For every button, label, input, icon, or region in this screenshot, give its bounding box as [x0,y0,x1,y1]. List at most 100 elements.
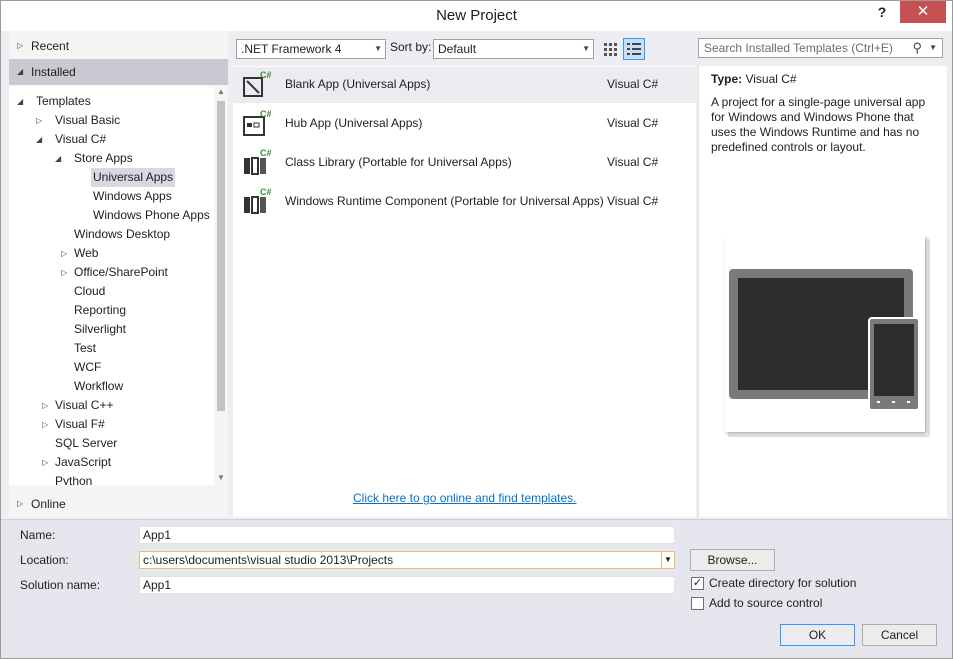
location-label: Location: [20,553,69,567]
tree-item-web[interactable]: Web [72,244,100,263]
template-row-class-library[interactable]: C# Class Library (Portable for Universal… [233,145,696,181]
recent-node[interactable]: ▷ Recent [9,33,228,59]
tree-item-silverlight[interactable]: Silverlight [72,320,128,339]
tree-item-reporting[interactable]: Reporting [72,301,128,320]
search-icon[interactable]: ⚲ [912,39,922,57]
title-bar: New Project ? ✕ [1,1,952,31]
type-label: Type: [711,72,743,86]
expand-arrow-icon[interactable]: ▷ [42,396,48,415]
tree-item-workflow[interactable]: Workflow [72,377,125,396]
tree-item-visual-cpp[interactable]: Visual C++ [53,396,115,415]
framework-select[interactable]: .NET Framework 4 ▼ [236,39,386,59]
template-name: Windows Runtime Component (Portable for … [285,194,604,208]
source-control-label[interactable]: Add to source control [709,596,822,610]
template-row-blank-app[interactable]: C# Blank App (Universal Apps) Visual C# [233,67,696,103]
ok-button[interactable]: OK [780,624,855,646]
solution-name-input[interactable]: App1 [139,576,675,594]
online-label: Online [31,497,66,511]
template-row-hub-app[interactable]: C# Hub App (Universal Apps) Visual C# [233,106,696,142]
tree-item-store-apps[interactable]: Store Apps [72,149,135,168]
tree-item-windows-phone-apps[interactable]: Windows Phone Apps [91,206,212,225]
chevron-down-icon[interactable]: ▼ [661,552,674,568]
dialog-title: New Project [436,7,517,24]
template-language: Visual C# [607,116,659,130]
scrollbar-thumb[interactable] [217,101,225,411]
project-name-input[interactable]: App1 [139,526,675,544]
tree-scrollbar[interactable]: ▲ ▼ [214,87,228,485]
tree-item-wcf[interactable]: WCF [72,358,103,377]
tree-item-javascript[interactable]: JavaScript [53,453,113,472]
create-directory-checkbox[interactable]: ✓ [691,577,704,590]
expand-arrow-icon[interactable]: ▷ [42,415,48,434]
tree-item-universal-apps[interactable]: Universal Apps [91,168,176,187]
new-project-dialog: New Project ? ✕ ▷ Recent ◢ Installed ◢ T… [0,0,953,659]
tree-item-test[interactable]: Test [72,339,98,358]
tree-item-visual-fsharp[interactable]: Visual F# [53,415,107,434]
cancel-button[interactable]: Cancel [862,624,937,646]
tree-item-windows-desktop[interactable]: Windows Desktop [72,225,172,244]
svg-text:C#: C# [260,187,271,197]
solution-name-value: App1 [143,578,172,592]
type-value: Visual C# [745,72,797,86]
expand-arrow-icon[interactable]: ▷ [36,111,42,130]
create-directory-label[interactable]: Create directory for solution [709,576,856,590]
details-pane: Type: Visual C# A project for a single-p… [698,66,947,517]
list-view-button[interactable] [623,38,645,60]
scroll-up-icon[interactable]: ▲ [217,87,225,96]
tree-item-visual-csharp[interactable]: Visual C# [53,130,108,149]
template-row-runtime-component[interactable]: C# Windows Runtime Component (Portable f… [233,184,696,220]
expand-arrow-icon[interactable]: ▷ [61,263,67,282]
svg-text:C#: C# [260,148,271,158]
search-placeholder: Search Installed Templates (Ctrl+E) [704,41,893,55]
template-description: A project for a single-page universal ap… [711,95,926,154]
chevron-down-icon: ▼ [374,44,382,53]
svg-text:C#: C# [260,109,271,119]
hub-app-icon: C# [243,109,271,136]
source-control-checkbox[interactable] [691,597,704,610]
expand-arrow-icon[interactable]: ▷ [42,453,48,472]
template-list: C# Blank App (Universal Apps) Visual C# … [233,66,696,517]
search-input[interactable]: Search Installed Templates (Ctrl+E) ⚲ ▼ [698,38,943,58]
template-name: Class Library (Portable for Universal Ap… [285,155,512,169]
expand-arrow-icon[interactable]: ▷ [61,244,67,263]
location-input[interactable]: c:\users\documents\visual studio 2013\Pr… [139,551,675,569]
device-preview-image [725,236,930,437]
template-language: Visual C# [607,77,659,91]
collapse-arrow-icon[interactable]: ◢ [17,92,23,111]
tree-item-visual-basic[interactable]: Visual Basic [53,111,122,130]
template-name: Blank App (Universal Apps) [285,77,431,91]
name-label: Name: [20,528,56,542]
tree-item-python[interactable]: Python [53,472,94,485]
tree-item-cloud[interactable]: Cloud [72,282,107,301]
tree-item-windows-apps[interactable]: Windows Apps [91,187,174,206]
framework-value: .NET Framework 4 [241,42,342,56]
solution-name-label: Solution name: [20,578,101,592]
small-icons-view-button[interactable] [599,38,621,60]
chevron-down-icon[interactable]: ▼ [929,39,937,57]
project-settings-panel: Name: App1 Location: c:\users\documents\… [1,519,952,658]
close-button[interactable]: ✕ [900,1,946,23]
list-view-icon [627,43,641,55]
scroll-down-icon[interactable]: ▼ [217,473,225,482]
template-type: Type: Visual C# [711,72,797,86]
tree-item-templates[interactable]: Templates [34,92,93,111]
installed-label: Installed [31,65,76,79]
template-language: Visual C# [607,155,659,169]
left-pane: ▷ Recent ◢ Installed ◢ Templates ▷ Visua… [9,31,228,517]
tree-item-sql-server[interactable]: SQL Server [53,434,119,453]
sort-select[interactable]: Default ▼ [433,39,594,59]
collapse-arrow-icon[interactable]: ◢ [55,149,61,168]
recent-label: Recent [31,39,70,53]
online-node[interactable]: ▷ Online [9,491,228,517]
online-templates-link[interactable]: Click here to go online and find templat… [353,491,576,505]
svg-text:C#: C# [260,70,271,80]
project-name-value: App1 [143,528,172,542]
sort-by-label: Sort by: [390,40,432,54]
template-name: Hub App (Universal Apps) [285,116,423,130]
help-button[interactable]: ? [872,4,892,24]
tree-item-office-sharepoint[interactable]: Office/SharePoint [72,263,170,282]
installed-node[interactable]: ◢ Installed [9,59,228,85]
collapse-arrow-icon[interactable]: ◢ [36,130,42,149]
location-value: c:\users\documents\visual studio 2013\Pr… [143,553,394,567]
browse-button[interactable]: Browse... [690,549,775,571]
